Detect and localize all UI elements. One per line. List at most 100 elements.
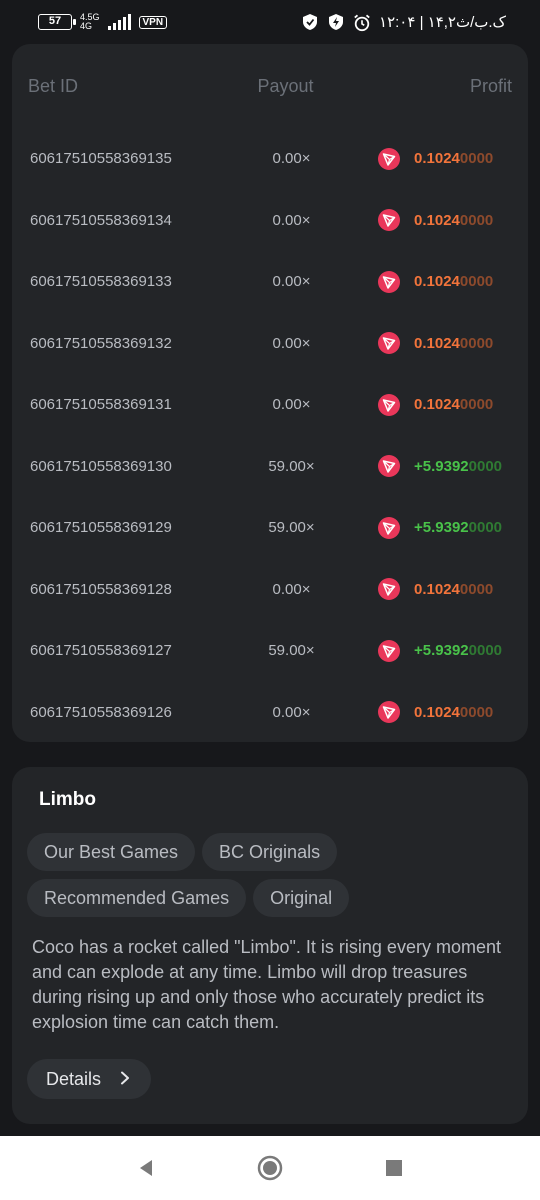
profit-value: +5.9392 — [414, 457, 469, 475]
profit-value: 0.1024 — [414, 334, 460, 352]
profit-value: 0.1024 — [414, 211, 460, 229]
game-info-card: Limbo Our Best Games BC Originals Recomm… — [12, 767, 528, 1124]
network-type: 4.5G 4G — [80, 13, 100, 31]
details-label: Details — [46, 1068, 102, 1089]
tron-coin-icon — [378, 639, 400, 662]
recents-icon[interactable] — [380, 1154, 408, 1182]
bets-table-header: Bet ID Payout Profit — [12, 44, 528, 128]
signal-icon — [107, 14, 131, 30]
header-bet-id: Bet ID — [28, 75, 79, 96]
tron-coin-icon — [378, 393, 400, 416]
network-sub-label: 4G — [80, 21, 93, 31]
profit-amount: +5.93920000 — [414, 519, 510, 536]
table-row[interactable]: 60617510558369131 0.00× 0.10240000 — [12, 374, 528, 436]
tron-coin-icon — [378, 332, 400, 355]
bet-id: 60617510558369129 — [30, 519, 172, 537]
status-bar: 57 4.5G 4G VPN ۱۲:۰۴ | ۱۴,۲ک.ب/ث — [0, 0, 540, 44]
profit-trailing-zeros: 0000 — [459, 334, 494, 352]
bet-profit: 0.10240000 — [360, 147, 510, 170]
vpn-badge: VPN — [138, 15, 168, 29]
chevron-right-icon — [119, 1069, 131, 1090]
bet-id: 60617510558369126 — [30, 703, 172, 721]
bet-profit: 0.10240000 — [360, 578, 510, 601]
table-row[interactable]: 60617510558369129 59.00× +5.93920000 — [12, 497, 528, 559]
profit-value: 0.1024 — [414, 273, 460, 291]
status-time: ۱۲:۰۴ | ۱۴,۲ک.ب/ث — [379, 14, 506, 31]
bet-payout: 59.00× — [268, 519, 315, 537]
game-description: Coco has a rocket called "Limbo". It is … — [32, 937, 501, 1032]
bet-profit: 0.10240000 — [360, 209, 510, 232]
bet-profit: +5.93920000 — [360, 516, 510, 539]
bet-profit: 0.10240000 — [360, 393, 510, 416]
profit-trailing-zeros: 0000 — [468, 457, 503, 475]
profit-value: 0.1024 — [414, 396, 460, 414]
bet-profit: +5.93920000 — [360, 639, 510, 662]
bet-id: 60617510558369128 — [30, 580, 172, 598]
profit-trailing-zeros: 0000 — [459, 211, 494, 229]
tron-coin-icon — [378, 147, 400, 170]
bet-profit: 0.10240000 — [360, 332, 510, 355]
profit-amount: +5.93920000 — [414, 642, 510, 659]
bet-id: 60617510558369134 — [30, 211, 172, 229]
table-row[interactable]: 60617510558369126 0.00× 0.10240000 — [12, 682, 528, 743]
table-row[interactable]: 60617510558369135 0.00× 0.10240000 — [12, 128, 528, 190]
bet-payout: 0.00× — [272, 396, 311, 414]
tag-recommended-games[interactable]: Recommended Games — [27, 879, 247, 917]
bet-payout: 0.00× — [272, 703, 311, 721]
bet-id: 60617510558369132 — [30, 334, 172, 352]
bet-payout: 0.00× — [272, 273, 311, 291]
bet-id: 60617510558369127 — [30, 642, 172, 660]
bet-payout: 0.00× — [272, 334, 311, 352]
bet-payout: 0.00× — [272, 150, 311, 168]
details-button[interactable]: Details — [27, 1059, 152, 1099]
bets-table-body: 60617510558369135 0.00× 0.10240000 60617510… — [12, 128, 528, 742]
status-bar-right: ۱۲:۰۴ | ۱۴,۲ک.ب/ث — [301, 13, 506, 32]
tron-coin-icon — [378, 455, 400, 478]
bet-id: 60617510558369131 — [30, 396, 172, 414]
tag-our-best-games[interactable]: Our Best Games — [27, 833, 196, 871]
status-bar-left: 57 4.5G 4G VPN — [38, 13, 168, 31]
table-row[interactable]: 60617510558369132 0.00× 0.10240000 — [12, 313, 528, 375]
bet-profit: 0.10240000 — [360, 270, 510, 293]
tag-bc-originals[interactable]: BC Originals — [202, 833, 338, 871]
home-icon[interactable] — [256, 1154, 284, 1182]
profit-amount: +5.93920000 — [414, 458, 510, 475]
profit-amount: 0.10240000 — [414, 396, 510, 413]
bet-id: 60617510558369130 — [30, 457, 172, 475]
profit-value: 0.1024 — [414, 703, 460, 721]
bet-payout: 59.00× — [268, 457, 315, 475]
bet-payout: 0.00× — [272, 580, 311, 598]
table-row[interactable]: 60617510558369128 0.00× 0.10240000 — [12, 559, 528, 621]
bet-profit: +5.93920000 — [360, 455, 510, 478]
profit-trailing-zeros: 0000 — [459, 580, 494, 598]
back-icon[interactable] — [132, 1154, 160, 1182]
tag-original[interactable]: Original — [253, 879, 350, 917]
table-row[interactable]: 60617510558369130 59.00× +5.93920000 — [12, 436, 528, 498]
profit-value: +5.9392 — [414, 642, 469, 660]
profit-value: +5.9392 — [414, 519, 469, 537]
table-row[interactable]: 60617510558369133 0.00× 0.10240000 — [12, 251, 528, 313]
profit-amount: 0.10240000 — [414, 581, 510, 598]
header-profit: Profit — [469, 75, 512, 96]
bet-id: 60617510558369135 — [30, 150, 172, 168]
profit-trailing-zeros: 0000 — [459, 150, 494, 168]
profit-amount: 0.10240000 — [414, 150, 510, 167]
battery-indicator: 57 — [38, 14, 76, 30]
tron-coin-icon — [378, 701, 400, 724]
profit-trailing-zeros: 0000 — [459, 703, 494, 721]
profit-amount: 0.10240000 — [414, 212, 510, 229]
tron-coin-icon — [378, 516, 400, 539]
table-row[interactable]: 60617510558369134 0.00× 0.10240000 — [12, 190, 528, 252]
system-nav-bar — [0, 1136, 540, 1200]
profit-value: 0.1024 — [414, 150, 460, 168]
shield-icon — [301, 13, 319, 31]
tron-coin-icon — [378, 209, 400, 232]
profit-trailing-zeros: 0000 — [459, 396, 494, 414]
shield-bolt-icon — [327, 13, 345, 31]
tron-coin-icon — [378, 578, 400, 601]
bet-payout: 59.00× — [268, 642, 315, 660]
profit-amount: 0.10240000 — [414, 273, 510, 290]
bet-id: 60617510558369133 — [30, 273, 172, 291]
table-row[interactable]: 60617510558369127 59.00× +5.93920000 — [12, 620, 528, 682]
profit-trailing-zeros: 0000 — [468, 519, 503, 537]
